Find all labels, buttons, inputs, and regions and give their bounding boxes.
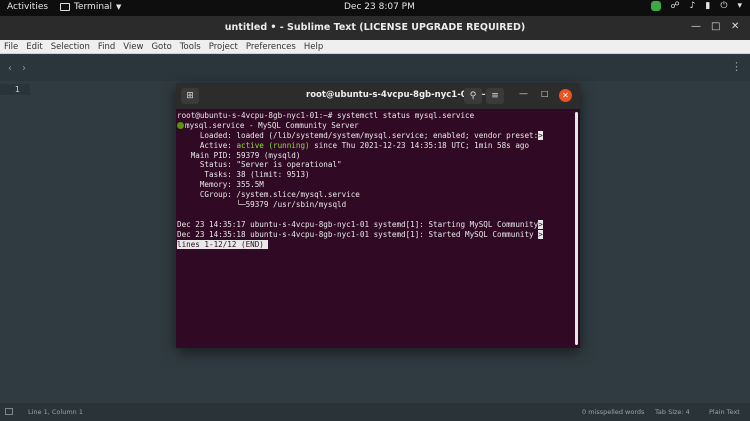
chevron-down-icon: ▼: [116, 3, 122, 11]
tasks-line: Tasks: 38 (limit: 9513): [177, 170, 310, 180]
terminal-title: root@ubuntu-s-4vcpu-8gb-nyc1-01: ~: [306, 90, 487, 100]
menu-find[interactable]: Find: [94, 42, 119, 52]
active-line: Active: active (running) since Thu 2021-…: [177, 140, 530, 150]
window-titlebar: untitled • - Sublime Text (LICENSE UPGRA…: [0, 16, 750, 40]
cgroup-line: CGroup: /system.slice/mysql.service: [177, 190, 360, 200]
menu-edit[interactable]: Edit: [22, 42, 46, 52]
status-dot-icon: [177, 121, 184, 129]
window-title: untitled • - Sublime Text (LICENSE UPGRA…: [224, 22, 526, 33]
menu-goto[interactable]: Goto: [147, 42, 175, 52]
tray-app-icon[interactable]: [650, 1, 661, 11]
cgroup-child-line: └─59379 /usr/sbin/mysqld: [177, 200, 347, 210]
status-bar: Line 1, Column 1 0 misspelled words Tab …: [0, 403, 750, 421]
terminal-output[interactable]: root@ubuntu-s-4vcpu-8gb-nyc1-01:~# syste…: [176, 110, 574, 347]
spelling-status[interactable]: 0 misspelled words: [582, 408, 644, 416]
status-line: Status: "Server is operational": [177, 160, 342, 170]
menu-bar: File Edit Selection Find View Goto Tools…: [0, 40, 750, 54]
chevron-left-icon[interactable]: ‹: [8, 63, 12, 74]
search-icon[interactable]: ⚲: [464, 88, 482, 104]
clock[interactable]: Dec 23 8:07 PM: [344, 2, 415, 12]
activities-button[interactable]: Activities: [7, 2, 48, 12]
log-line: Dec 23 14:35:18 ubuntu-s-4vcpu-8gb-nyc1-…: [177, 229, 543, 239]
tab-bar: ‹ › ⋮: [0, 55, 750, 81]
battery-icon[interactable]: ▮: [705, 1, 710, 11]
chevron-right-icon[interactable]: ›: [22, 63, 26, 74]
network-icon[interactable]: ☍: [671, 1, 680, 11]
menu-tools[interactable]: Tools: [176, 42, 205, 52]
syntax-mode[interactable]: Plain Text: [709, 408, 740, 416]
maximize-icon[interactable]: □: [711, 21, 720, 32]
terminal-window[interactable]: ⊞ root@ubuntu-s-4vcpu-8gb-nyc1-01: ~ ⚲ ≡…: [176, 83, 580, 348]
terminal-header: ⊞ root@ubuntu-s-4vcpu-8gb-nyc1-01: ~ ⚲ ≡…: [176, 83, 580, 109]
service-line: mysql.service - MySQL Community Server: [177, 121, 574, 131]
app-menu-button[interactable]: Terminal ▼: [60, 2, 121, 12]
minimize-icon[interactable]: —: [691, 21, 701, 32]
pager-status: lines 1-12/12 (END): [177, 239, 574, 250]
hamburger-menu-icon[interactable]: ≡: [486, 88, 504, 104]
line-number: 1: [0, 84, 30, 95]
main-pid-line: Main PID: 59379 (mysqld): [177, 150, 301, 160]
volume-icon[interactable]: ♪: [690, 1, 696, 11]
new-tab-icon[interactable]: ⊞: [181, 88, 199, 104]
more-options-icon[interactable]: ⋮: [731, 60, 742, 73]
close-icon[interactable]: ✕: [559, 89, 572, 102]
close-icon[interactable]: ✕: [731, 21, 739, 32]
command-line: root@ubuntu-s-4vcpu-8gb-nyc1-01:~# syste…: [177, 111, 475, 120]
terminal-scrollbar[interactable]: [575, 112, 578, 345]
minimize-icon[interactable]: —: [519, 89, 528, 99]
power-icon[interactable]: ⏻: [720, 1, 727, 11]
maximize-icon[interactable]: □: [541, 89, 549, 98]
menu-view[interactable]: View: [119, 42, 147, 52]
tab-size[interactable]: Tab Size: 4: [655, 408, 690, 416]
memory-line: Memory: 355.5M: [177, 180, 264, 190]
cursor-position: Line 1, Column 1: [28, 408, 83, 416]
chevron-down-icon[interactable]: ▾: [737, 1, 742, 11]
menu-project[interactable]: Project: [205, 42, 242, 52]
system-tray[interactable]: ☍ ♪ ▮ ⏻ ▾: [650, 1, 742, 11]
system-top-bar: Activities Terminal ▼ Dec 23 8:07 PM ☍ ♪…: [0, 0, 750, 16]
menu-help[interactable]: Help: [300, 42, 327, 52]
log-line: Dec 23 14:35:17 ubuntu-s-4vcpu-8gb-nyc1-…: [177, 219, 543, 229]
menu-selection[interactable]: Selection: [47, 42, 94, 52]
menu-preferences[interactable]: Preferences: [242, 42, 300, 52]
menu-file[interactable]: File: [0, 42, 22, 52]
panel-toggle-icon[interactable]: [5, 408, 13, 415]
loaded-line: Loaded: loaded (/lib/systemd/system/mysq…: [177, 130, 543, 140]
app-menu-label: Terminal: [74, 2, 113, 12]
terminal-icon: [60, 3, 70, 11]
